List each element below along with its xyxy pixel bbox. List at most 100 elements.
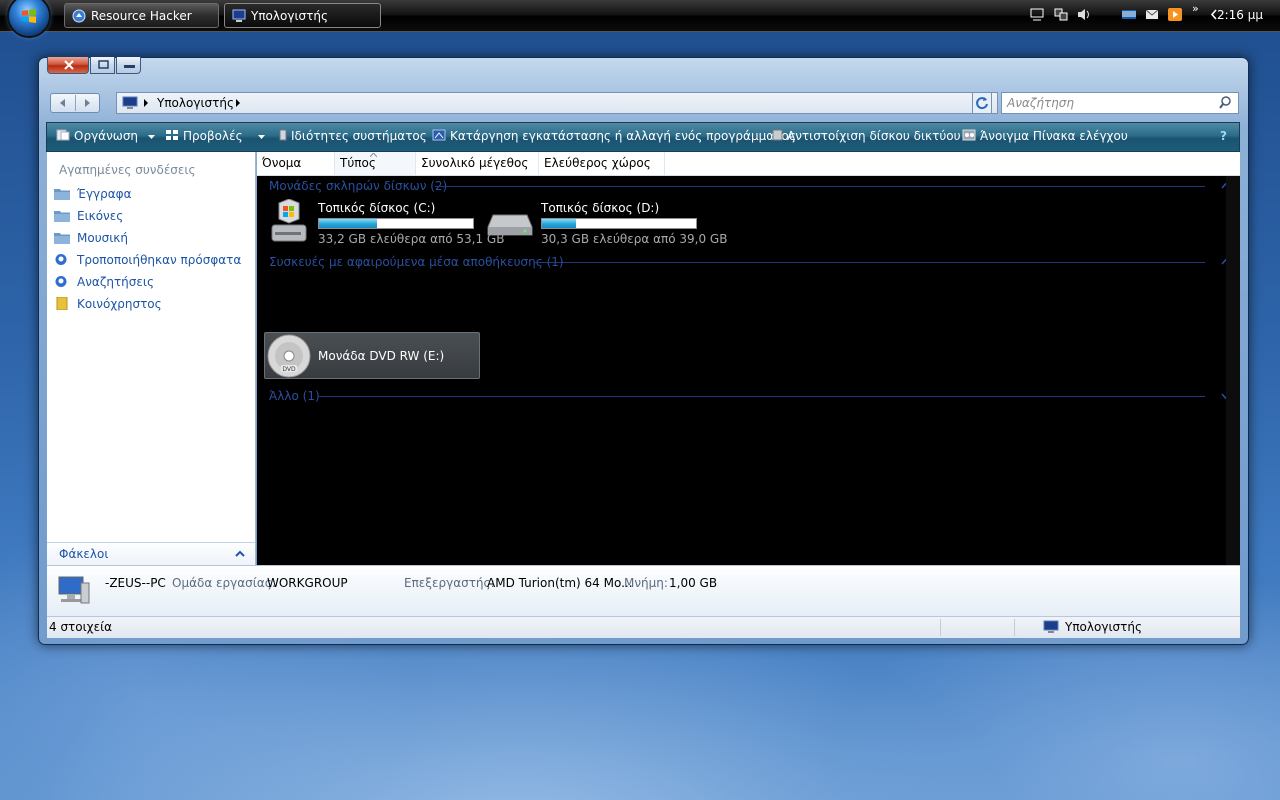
- taskbar-item-computer[interactable]: Υπολογιστής: [224, 3, 381, 28]
- minimize-icon: [124, 65, 135, 68]
- organize-label: Οργάνωση: [74, 129, 139, 143]
- column-name[interactable]: Όνομα: [257, 152, 335, 175]
- computer-icon: [122, 96, 138, 109]
- memory-key: Μνήμη:: [624, 576, 668, 590]
- scrollbar[interactable]: [1226, 176, 1240, 565]
- public-folder-icon: [56, 297, 68, 310]
- item-count: 4 στοιχεία: [49, 620, 113, 634]
- drive-usage-fill: [319, 219, 377, 228]
- computer-icon: [232, 9, 246, 22]
- map-network-drive-button[interactable]: Αντιστοίχιση δίσκου δικτύου: [772, 129, 961, 143]
- memory-value: 1,00 GB: [669, 576, 718, 590]
- content-pane: Όνομα Τύπος Συνολικό μέγεθος Ελεύθερος χ…: [257, 152, 1240, 565]
- chevron-down-icon: [147, 135, 155, 139]
- column-headers: Όνομα Τύπος Συνολικό μέγεθος Ελεύθερος χ…: [257, 152, 1240, 176]
- fav-pictures[interactable]: Εικόνες: [53, 207, 123, 225]
- folder-icon: [54, 211, 70, 222]
- fav-label: Αναζητήσεις: [77, 275, 154, 289]
- fav-label: Τροποποιήθηκαν πρόσφατα: [77, 253, 242, 267]
- dvd-drive[interactable]: DVD Μονάδα DVD RW (E:): [264, 332, 480, 379]
- dvd-drive-name: Μονάδα DVD RW (E:): [318, 349, 445, 363]
- views-button[interactable]: Προβολές: [165, 129, 266, 143]
- computer-icon: [1043, 620, 1059, 633]
- sort-up-icon: [370, 153, 377, 157]
- media-player-icon[interactable]: [1168, 8, 1182, 21]
- search-folder-icon: [55, 276, 67, 287]
- processor-value: AMD Turion(tm) 64 Mo...: [487, 576, 633, 590]
- organize-icon: [56, 129, 70, 141]
- breadcrumb-chevron-icon[interactable]: [235, 99, 241, 107]
- resource-hacker-icon: [72, 9, 86, 23]
- search-input[interactable]: Αναζήτηση: [1007, 96, 1074, 110]
- svg-text:DVD: DVD: [282, 366, 296, 373]
- column-total-size[interactable]: Συνολικό μέγεθος: [416, 152, 539, 175]
- details-pane: -ZEUS--PC Ομάδα εργασίας: WORKGROUP Επεξ…: [47, 565, 1240, 616]
- computer-icon: [58, 576, 90, 604]
- forward-arrow-icon[interactable]: [81, 97, 93, 109]
- language-flag-icon[interactable]: [1122, 8, 1136, 21]
- folders-toggle[interactable]: Φάκελοι: [47, 542, 255, 566]
- drive-d[interactable]: Τοπικός δίσκος (D:) 30,3 GB ελεύθερα από…: [487, 197, 727, 247]
- folder-icon: [54, 189, 70, 200]
- fav-documents[interactable]: Έγγραφα: [53, 185, 132, 203]
- network-icon[interactable]: [1054, 8, 1068, 21]
- volume-icon[interactable]: [1077, 8, 1091, 21]
- messenger-icon[interactable]: [1145, 8, 1159, 21]
- help-icon[interactable]: ?: [1220, 129, 1227, 143]
- open-control-panel-button[interactable]: Άνοιγμα Πίνακα ελέγχου: [962, 129, 1128, 143]
- status-location: Υπολογιστής: [1043, 620, 1142, 634]
- computer-name: -ZEUS--PC: [105, 576, 166, 590]
- views-label: Προβολές: [183, 129, 243, 143]
- folders-label: Φάκελοι: [59, 547, 109, 561]
- status-location-label: Υπολογιστής: [1065, 620, 1142, 634]
- processor-key: Επεξεργαστής:: [404, 576, 495, 590]
- back-arrow-icon[interactable]: [57, 97, 69, 109]
- taskbar: Resource Hacker Υπολογιστής » 2:16 μμ: [0, 0, 1280, 36]
- search-icon[interactable]: [1219, 96, 1232, 109]
- start-button[interactable]: [9, 0, 49, 36]
- map-network-drive-label: Αντιστοίχιση δίσκου δικτύου: [787, 129, 961, 143]
- column-type[interactable]: Τύπος: [335, 152, 416, 175]
- drive-name: Τοπικός δίσκος (D:): [541, 201, 660, 215]
- taskbar-item-label: Υπολογιστής: [251, 9, 328, 23]
- restore-icon: [98, 60, 109, 69]
- group-hard-disks-header[interactable]: Μονάδες σκληρών δίσκων (2): [269, 179, 447, 193]
- windows-logo-icon: [22, 9, 36, 23]
- minimize-button[interactable]: [116, 57, 141, 74]
- views-icon: [166, 130, 178, 140]
- refresh-button[interactable]: [972, 92, 992, 114]
- taskbar-item-label: Resource Hacker: [91, 9, 192, 23]
- refresh-icon: [976, 97, 988, 110]
- taskbar-item-resource-hacker[interactable]: Resource Hacker: [64, 3, 219, 28]
- fav-label: Εικόνες: [77, 209, 124, 223]
- action-center-icon[interactable]: [1030, 8, 1044, 21]
- group-removable-header[interactable]: Συσκευές με αφαιρούμενα μέσα αποθήκευσης…: [269, 255, 564, 269]
- system-properties-button[interactable]: Ιδιότητες συστήματος: [279, 129, 427, 143]
- breadcrumb-computer[interactable]: Υπολογιστής: [157, 96, 234, 110]
- breadcrumb-chevron-icon[interactable]: [143, 99, 149, 107]
- tray-overflow-icon[interactable]: »: [1192, 2, 1199, 15]
- close-button[interactable]: [47, 57, 89, 74]
- drive-c[interactable]: Τοπικός δίσκος (C:) 33,2 GB ελεύθερα από…: [269, 197, 504, 247]
- command-bar: Οργάνωση Προβολές Ιδιότητες συστήματος Κ…: [46, 122, 1240, 152]
- column-free-space[interactable]: Ελεύθερος χώρος: [539, 152, 665, 175]
- clock[interactable]: 2:16 μμ: [1217, 8, 1263, 22]
- organize-button[interactable]: Οργάνωση: [56, 129, 155, 143]
- drive-free-space: 33,2 GB ελεύθερα από 53,1 GB: [318, 232, 505, 246]
- fav-public[interactable]: Κοινόχρηστος: [53, 295, 162, 313]
- fav-music[interactable]: Μουσική: [53, 229, 128, 247]
- back-forward-buttons: [50, 93, 100, 113]
- maximize-button[interactable]: [90, 57, 115, 74]
- drive-usage-fill: [542, 219, 577, 228]
- system-tray: » 2:16 μμ: [1010, 0, 1280, 31]
- group-other-header[interactable]: Άλλο (1): [269, 389, 320, 403]
- explorer-window: Υπολογιστής Αναζήτηση Οργάνωση Προβολές …: [38, 57, 1249, 645]
- open-control-panel-label: Άνοιγμα Πίνακα ελέγχου: [980, 129, 1128, 143]
- uninstall-program-button[interactable]: Κατάργηση εγκατάστασης ή αλλαγή ενός προ…: [432, 129, 796, 143]
- address-bar[interactable]: Υπολογιστής: [116, 92, 998, 114]
- search-box[interactable]: Αναζήτηση: [1001, 92, 1239, 114]
- drive-name: Τοπικός δίσκος (C:): [318, 201, 436, 215]
- fav-searches[interactable]: Αναζητήσεις: [53, 273, 154, 291]
- uninstall-program-label: Κατάργηση εγκατάστασης ή αλλαγή ενός προ…: [450, 129, 796, 143]
- fav-recently-changed[interactable]: Τροποποιήθηκαν πρόσφατα: [53, 251, 241, 269]
